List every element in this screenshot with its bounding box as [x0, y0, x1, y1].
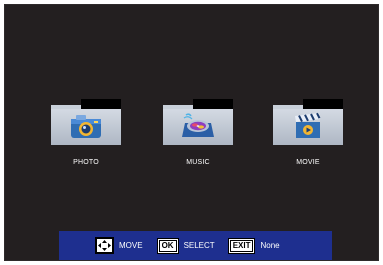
select-label: SELECT: [183, 241, 215, 250]
menu-item-photo[interactable]: PHOTO: [51, 99, 121, 167]
folder-icon: [273, 99, 343, 145]
menu-item-label: PHOTO: [73, 159, 99, 166]
none-label: None: [260, 241, 280, 250]
exit-key-label: EXIT: [229, 239, 254, 252]
exit-key-icon: EXIT: [227, 237, 256, 254]
menu-item-movie[interactable]: MOVIE: [273, 99, 343, 167]
folder-icon: [51, 99, 121, 145]
ok-key-icon: OK: [156, 237, 179, 254]
menu-item-label: MUSIC: [186, 159, 210, 166]
folder-icon: [163, 99, 233, 145]
navigation-hint-bar: MOVE OK SELECT EXIT None: [59, 231, 332, 260]
move-arrows-icon: [95, 237, 114, 254]
movie-clapper-icon: [295, 112, 321, 138]
photo-camera-icon: [71, 115, 101, 138]
menu-item-music[interactable]: MUSIC: [163, 99, 233, 167]
music-disc-icon: [182, 113, 214, 137]
move-label: MOVE: [119, 241, 143, 250]
media-menu-screen: PHOTO MUSIC MOVIE MOVE OK SELECT EXIT No…: [4, 4, 379, 261]
menu-item-label: MOVIE: [296, 159, 320, 166]
ok-key-label: OK: [158, 239, 177, 252]
